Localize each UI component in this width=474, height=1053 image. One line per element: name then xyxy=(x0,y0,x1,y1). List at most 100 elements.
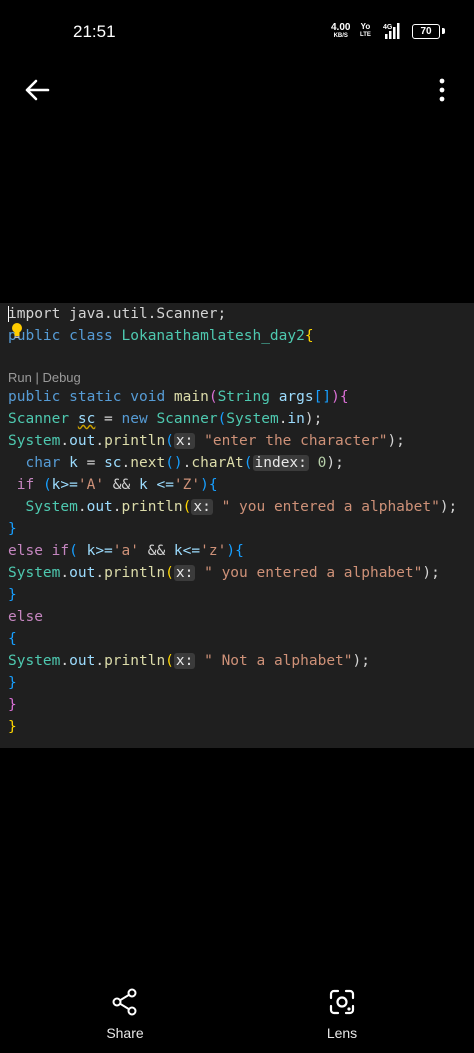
fn-main: main xyxy=(173,389,209,405)
field-out: out xyxy=(86,499,113,515)
code-line-17: } xyxy=(8,697,17,713)
code-line-9: } xyxy=(8,521,17,537)
more-vertical-icon[interactable] xyxy=(432,75,452,105)
kw-if: if xyxy=(51,543,70,559)
field-out: out xyxy=(69,653,96,669)
kw-static: static xyxy=(69,389,122,405)
kw-char: char xyxy=(25,455,61,471)
code-line-16: } xyxy=(8,675,17,691)
char-literal: 'a' xyxy=(112,543,139,559)
kw-else: else xyxy=(8,543,43,559)
lens-label: Lens xyxy=(326,1025,358,1041)
brace: { xyxy=(304,328,314,344)
close: ); xyxy=(439,499,458,515)
operator: && xyxy=(104,477,139,493)
code-line-13: else xyxy=(8,609,43,625)
network-speed: 4.00 KB/S xyxy=(331,23,350,40)
char-literal: 'z' xyxy=(200,543,227,559)
code-line-14: { xyxy=(8,631,17,647)
share-label: Share xyxy=(106,1025,144,1041)
param-hint: index: xyxy=(252,455,309,471)
code-line-8: System.out.println(x: " you entered a al… xyxy=(25,499,458,515)
type-system: System xyxy=(25,499,78,515)
code-line-6: char k = sc.next().charAt(index: 0); xyxy=(25,455,344,471)
code-image: import java.util.Scanner; public class L… xyxy=(0,303,474,748)
code-line-3: public static void main(String args[]){ xyxy=(8,386,349,408)
field-out: out xyxy=(69,433,96,449)
string-literal: "enter the character" xyxy=(204,433,388,449)
field-in: in xyxy=(287,411,305,427)
code-line-7: if (k>='A' && k <='Z'){ xyxy=(16,477,218,493)
field-out: out xyxy=(69,565,96,581)
lens-icon xyxy=(329,989,355,1015)
type-system: System xyxy=(226,411,279,427)
signal-icon: 4G xyxy=(383,23,400,39)
brace: { xyxy=(339,389,349,405)
close: ); xyxy=(304,411,323,427)
kw-public: public xyxy=(8,389,61,405)
close: ); xyxy=(422,565,440,581)
condition: k>= xyxy=(51,477,78,493)
share-icon xyxy=(112,988,137,1016)
type-scanner: Scanner xyxy=(8,411,70,427)
operator: && xyxy=(139,543,174,559)
volte-top: Yo xyxy=(360,22,371,31)
type-string: String xyxy=(217,389,270,405)
var-args: args xyxy=(278,389,314,405)
operator: = xyxy=(95,411,122,427)
param-hint: x: xyxy=(173,565,196,581)
type-system: System xyxy=(8,433,61,449)
fn-println: println xyxy=(121,499,183,515)
close: ); xyxy=(352,653,370,669)
brackets: [] xyxy=(313,389,332,405)
var-sc: sc xyxy=(104,455,122,471)
status-bar: 21:51 4.00 KB/S Yo LTE 4G 70 xyxy=(0,0,474,64)
kw-class: class xyxy=(69,328,113,344)
paren: ( xyxy=(208,389,218,405)
class-name: Lokanathamlatesh_day2 xyxy=(121,328,305,344)
paren: ( xyxy=(217,411,227,427)
char-literal: 'Z' xyxy=(173,477,201,493)
fn-println: println xyxy=(104,653,166,669)
code-line-15: System.out.println(x: " Not a alphabet")… xyxy=(8,653,370,669)
code-line-18: } xyxy=(8,719,17,735)
volte-bottom: LTE xyxy=(360,32,371,38)
type-scanner: Scanner xyxy=(156,411,218,427)
fn-println: println xyxy=(104,565,166,581)
lens-button[interactable]: Lens xyxy=(302,988,382,1041)
arrow-left-icon[interactable] xyxy=(22,75,52,105)
paren: ) xyxy=(331,389,340,405)
kw-if: if xyxy=(16,477,35,493)
code-line-5: System.out.println(x: "enter the charact… xyxy=(8,433,405,449)
battery-icon: 70 xyxy=(412,24,440,39)
import-statement: import java.util.Scanner; xyxy=(8,306,227,322)
kw-void: void xyxy=(130,389,166,405)
string-literal: " you entered a alphabet" xyxy=(221,499,440,515)
code-line-12: } xyxy=(8,587,17,603)
condition: k<= xyxy=(173,543,201,559)
var-k: k xyxy=(69,455,78,471)
code-line-4: Scanner sc = new Scanner(System.in); xyxy=(8,408,322,430)
fn-println: println xyxy=(104,433,166,449)
condition: k>= xyxy=(86,543,113,559)
type-system: System xyxy=(8,565,61,581)
condition: k <= xyxy=(139,477,174,493)
brace: { xyxy=(208,477,218,493)
string-literal: " you entered a alphabet" xyxy=(204,565,423,581)
code-line-1: import java.util.Scanner; xyxy=(8,303,226,325)
code-line-2: public class Lokanathamlatesh_day2{ xyxy=(8,325,314,347)
code-line-11: System.out.println(x: " you entered a al… xyxy=(8,565,440,581)
brace: { xyxy=(235,543,244,559)
var-sc: sc xyxy=(77,411,96,427)
network-speed-unit: KB/S xyxy=(333,33,348,39)
code-line-10: else if( k>='a' && k<='z'){ xyxy=(8,543,244,559)
string-literal: " Not a alphabet" xyxy=(204,653,353,669)
network-speed-value: 4.00 xyxy=(331,22,351,33)
share-button[interactable]: Share xyxy=(85,988,165,1041)
kw-new: new xyxy=(121,411,148,427)
run-debug-lens: Run | Debug xyxy=(8,370,81,385)
param-hint: x: xyxy=(173,653,196,669)
char-literal: 'A' xyxy=(77,477,105,493)
fn-next: next xyxy=(130,455,166,471)
battery-tip xyxy=(442,28,445,34)
